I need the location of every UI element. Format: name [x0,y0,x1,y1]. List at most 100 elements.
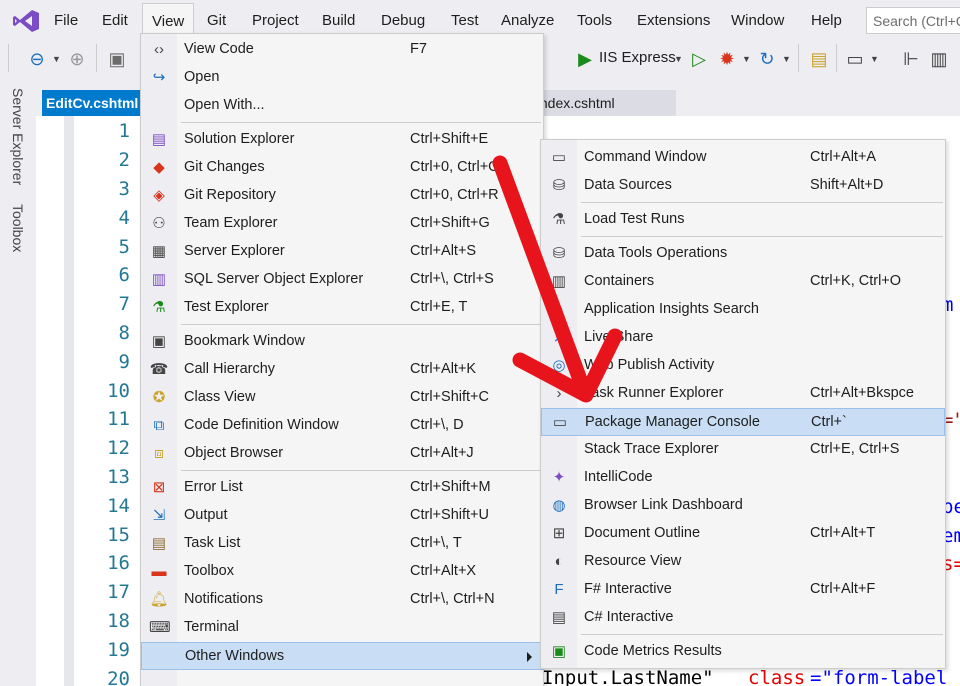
menu-item-terminal[interactable]: ⌨ Terminal [141,614,543,642]
visual-studio-logo-icon[interactable] [12,9,40,33]
line-number: 4 [118,207,130,229]
bookmark-icon: ▣ [151,333,167,350]
menu-extensions[interactable]: Extensions [637,12,710,29]
menu-edit[interactable]: Edit [102,12,128,29]
menu-item-sql-server-object-explorer[interactable]: ▥ SQL Server Object Explorer Ctrl+\, Ctr… [141,266,543,294]
navigate-back-icon[interactable]: ⊖ [26,48,48,70]
menu-item-label: Document Outline [584,525,701,541]
menu-item-output[interactable]: ⇲ Output Ctrl+Shift+U [141,502,543,530]
start-debugging-icon[interactable]: ▶ [574,48,596,70]
menu-item-task-runner-explorer[interactable]: › Task Runner Explorer Ctrl+Alt+Bkspce [541,380,945,408]
menu-item-csharp-interactive[interactable]: ▤ C# Interactive [541,604,945,632]
chevron-down-icon[interactable]: ▼ [52,54,61,64]
format-icon[interactable]: ▥ [928,48,950,70]
hot-reload-icon[interactable]: ✹ [716,48,738,70]
menu-item-object-browser[interactable]: ⧈ Object Browser Ctrl+Alt+J [141,440,543,468]
folder-icon[interactable]: ▤ [808,48,830,70]
menu-item-open-with[interactable]: Open With... [141,92,543,120]
menu-item-test-explorer[interactable]: ⚗ Test Explorer Ctrl+E, T [141,294,543,322]
menu-item-solution-explorer[interactable]: ▤ Solution Explorer Ctrl+Shift+E [141,126,543,154]
search-input[interactable]: Search (Ctrl+Q) [866,7,960,34]
menu-item-data-tools-operations[interactable]: ⛁ Data Tools Operations [541,240,945,268]
bell-icon: 🔔︎ [149,591,169,608]
menu-test[interactable]: Test [451,12,479,29]
menu-item-web-publish-activity[interactable]: ◎ Web Publish Activity [541,352,945,380]
package-manager-icon: ▭ [552,414,568,431]
menu-item-intellicode[interactable]: ✦ IntelliCode [541,464,945,492]
menu-git[interactable]: Git [207,12,226,29]
menu-item-shortcut: Ctrl+0, Ctrl+G [410,159,500,175]
menu-item-bookmark-window[interactable]: ▣ Bookmark Window [141,328,543,356]
toolbox-tab[interactable]: Toolbox [10,204,26,252]
chevron-down-icon[interactable]: ▼ [870,54,879,64]
menu-item-notifications[interactable]: 🔔︎ Notifications Ctrl+\, Ctrl+N [141,586,543,614]
menu-item-team-explorer[interactable]: ⚇ Team Explorer Ctrl+Shift+G [141,210,543,238]
chevron-down-icon[interactable]: ▼ [782,54,791,64]
menu-item-fsharp-interactive[interactable]: F F# Interactive Ctrl+Alt+F [541,576,945,604]
menu-item-label: Solution Explorer [184,131,295,147]
run-target-label[interactable]: IIS Express [599,49,676,66]
menu-item-server-explorer[interactable]: ▦ Server Explorer Ctrl+Alt+S [141,238,543,266]
menu-item-label: Web Publish Activity [584,357,715,373]
menu-item-label: Terminal [184,619,239,635]
menu-item-containers[interactable]: ▥ Containers Ctrl+K, Ctrl+O [541,268,945,296]
menu-item-shortcut: Ctrl+E, Ctrl+S [810,441,900,457]
server-explorer-tab[interactable]: Server Explorer [10,88,26,185]
class-view-icon: ✪ [152,389,166,406]
menu-item-load-test-runs[interactable]: ⚗ Load Test Runs [541,206,945,234]
menu-window[interactable]: Window [731,12,784,29]
menu-item-shortcut: Ctrl+Shift+U [410,507,489,523]
menu-tools[interactable]: Tools [577,12,612,29]
menu-item-live-share[interactable]: ↗ Live Share [541,324,945,352]
tab-index[interactable]: Index.cshtml [536,90,676,116]
menu-item-other-windows[interactable]: Other Windows [141,642,543,670]
menu-item-stack-trace-explorer[interactable]: Stack Trace Explorer Ctrl+E, Ctrl+S [541,436,945,464]
menu-item-call-hierarchy[interactable]: ☎ Call Hierarchy Ctrl+Alt+K [141,356,543,384]
new-project-icon[interactable]: ▣ [106,48,128,70]
menu-item-label: Task List [184,535,241,551]
menu-item-git-repository[interactable]: ◈ Git Repository Ctrl+0, Ctrl+R [141,182,543,210]
menu-item-resource-view[interactable]: ◐ Resource View [541,548,945,576]
menu-item-label: IntelliCode [584,469,653,485]
menu-help[interactable]: Help [811,12,842,29]
menu-item-open[interactable]: ↪ Open [141,64,543,92]
chevron-down-icon[interactable]: ▼ [742,54,751,64]
menu-debug[interactable]: Debug [381,12,425,29]
menu-item-command-window[interactable]: ▭ Command Window Ctrl+Alt+A [541,144,945,172]
live-share-icon: ↗ [552,329,566,346]
menu-item-document-outline[interactable]: ⊞ Document Outline Ctrl+Alt+T [541,520,945,548]
align-icon[interactable]: ⊩ [900,48,922,70]
menu-item-git-changes[interactable]: ◆ Git Changes Ctrl+0, Ctrl+G [141,154,543,182]
refresh-icon[interactable]: ↻ [756,48,778,70]
csharp-icon: ▤ [551,609,567,626]
menu-separator [581,634,943,635]
menu-item-label: Application Insights Search [584,301,759,317]
navigate-forward-icon[interactable]: ⊕ [66,48,88,70]
start-without-debugging-icon[interactable]: ▷ [688,48,710,70]
menu-item-browser-link-dashboard[interactable]: ◍ Browser Link Dashboard [541,492,945,520]
menu-build[interactable]: Build [322,12,355,29]
code-definition-icon: ⧉ [153,417,165,434]
menu-item-view-code[interactable]: ‹› View Code F7 [141,36,543,64]
menu-item-label: View Code [184,41,254,57]
menu-item-label: Open With... [184,97,265,113]
code-text: class [748,667,806,686]
menu-item-code-metrics-results[interactable]: ▣ Code Metrics Results [541,638,945,666]
layout-icon[interactable]: ▭ [844,48,866,70]
chevron-down-icon[interactable]: ▼ [674,54,683,64]
menu-item-label: Call Hierarchy [184,361,276,377]
menu-item-data-sources[interactable]: ⛁ Data Sources Shift+Alt+D [541,172,945,200]
menu-item-task-list[interactable]: ▤ Task List Ctrl+\, T [141,530,543,558]
menu-project[interactable]: Project [252,12,299,29]
toolbar-separator [798,44,799,72]
menu-item-code-definition-window[interactable]: ⧉ Code Definition Window Ctrl+\, D [141,412,543,440]
side-tool-strip: Server Explorer Toolbox [0,76,36,686]
menu-analyze[interactable]: Analyze [501,12,554,29]
menu-item-application-insights-search[interactable]: ● Application Insights Search [541,296,945,324]
menu-file[interactable]: File [54,12,78,29]
menu-item-toolbox[interactable]: ▬ Toolbox Ctrl+Alt+X [141,558,543,586]
menu-item-package-manager-console[interactable]: ▭ Package Manager Console Ctrl+` [541,408,945,436]
menu-item-class-view[interactable]: ✪ Class View Ctrl+Shift+C [141,384,543,412]
line-number: 12 [107,437,130,459]
menu-item-error-list[interactable]: ⊠ Error List Ctrl+Shift+M [141,474,543,502]
